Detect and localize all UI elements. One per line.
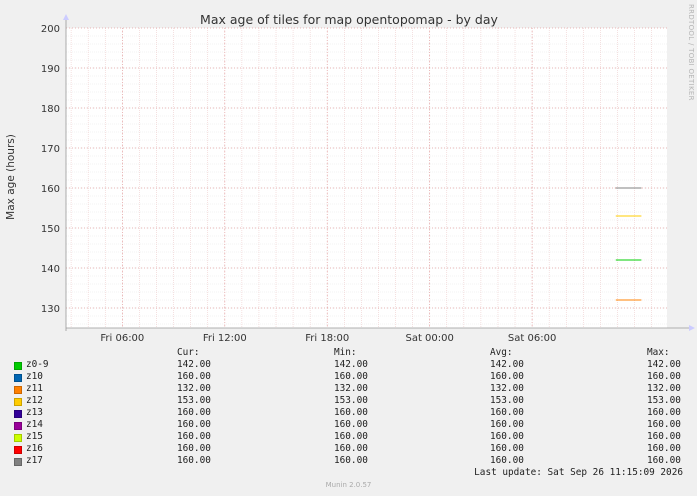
legend-swatch xyxy=(14,446,22,454)
legend-swatch xyxy=(14,362,22,370)
legend-row-z12: z12 153.00 153.00 153.00 153.00 xyxy=(0,395,697,407)
y-axis-label: Max age (hours) xyxy=(5,134,17,220)
legend-max: 160.00 xyxy=(647,407,681,418)
legend-swatch xyxy=(14,374,22,382)
legend-max: 160.00 xyxy=(647,419,681,430)
legend-min: 160.00 xyxy=(334,443,368,454)
x-axis-arrow xyxy=(689,325,695,331)
legend-avg: 132.00 xyxy=(490,383,524,394)
y-tick-label: 150 xyxy=(41,224,60,235)
rrdtool-credit: RRDTOOL / TOBI OETIKER xyxy=(687,4,695,101)
legend-row-z11: z11 132.00 132.00 132.00 132.00 xyxy=(0,383,697,395)
legend-row-z0-9: z0-9 142.00 142.00 142.00 142.00 xyxy=(0,359,697,371)
legend-avg: 160.00 xyxy=(490,407,524,418)
legend-min: 160.00 xyxy=(334,431,368,442)
legend-max: 132.00 xyxy=(647,383,681,394)
y-tick-label: 180 xyxy=(41,104,60,115)
legend-cur: 160.00 xyxy=(177,419,211,430)
legend-name: z12 xyxy=(26,395,43,406)
legend-row-z16: z16 160.00 160.00 160.00 160.00 xyxy=(0,443,697,455)
legend-min: 160.00 xyxy=(334,407,368,418)
legend-cur: 142.00 xyxy=(177,359,211,370)
legend-cur: 132.00 xyxy=(177,383,211,394)
legend-header-min: Min: xyxy=(334,347,357,358)
y-tick-label: 200 xyxy=(41,24,60,35)
legend-header: Cur: Min: Avg: Max: xyxy=(0,347,697,359)
legend-row-z13: z13 160.00 160.00 160.00 160.00 xyxy=(0,407,697,419)
chart-title: Max age of tiles for map opentopomap - b… xyxy=(200,12,498,27)
legend-max: 153.00 xyxy=(647,395,681,406)
x-tick-label: Fri 18:00 xyxy=(305,333,349,344)
last-update: Last update: Sat Sep 26 11:15:09 2026 xyxy=(474,467,683,478)
y-tick-label: 140 xyxy=(41,264,60,275)
legend-name: z17 xyxy=(26,455,43,466)
legend-header-avg: Avg: xyxy=(490,347,513,358)
legend-cur: 160.00 xyxy=(177,371,211,382)
legend-cur: 160.00 xyxy=(177,455,211,466)
legend-swatch xyxy=(14,386,22,394)
legend-max: 160.00 xyxy=(647,455,681,466)
x-tick-label: Sat 00:00 xyxy=(405,333,453,344)
legend-avg: 160.00 xyxy=(490,371,524,382)
legend-name: z16 xyxy=(26,443,43,454)
legend-name: z15 xyxy=(26,431,43,442)
legend-row-z15: z15 160.00 160.00 160.00 160.00 xyxy=(0,431,697,443)
legend-avg: 160.00 xyxy=(490,419,524,430)
legend-name: z14 xyxy=(26,419,43,430)
legend-swatch xyxy=(14,434,22,442)
legend-avg: 153.00 xyxy=(490,395,524,406)
legend-swatch xyxy=(14,398,22,406)
legend-avg: 160.00 xyxy=(490,431,524,442)
y-tick-label: 130 xyxy=(41,304,60,315)
legend-max: 160.00 xyxy=(647,443,681,454)
chart-area: Max age of tiles for map opentopomap - b… xyxy=(5,12,695,344)
legend-max: 142.00 xyxy=(647,359,681,370)
legend-cur: 160.00 xyxy=(177,443,211,454)
y-tick-label: 160 xyxy=(41,184,60,195)
y-tick-label: 170 xyxy=(41,144,60,155)
legend-min: 132.00 xyxy=(334,383,368,394)
legend-header-cur: Cur: xyxy=(177,347,200,358)
legend-min: 153.00 xyxy=(334,395,368,406)
legend-min: 160.00 xyxy=(334,371,368,382)
legend-cur: 153.00 xyxy=(177,395,211,406)
legend-name: z10 xyxy=(26,371,43,382)
legend-min: 160.00 xyxy=(334,455,368,466)
legend-cur: 160.00 xyxy=(177,431,211,442)
legend-avg: 160.00 xyxy=(490,443,524,454)
legend-avg: 142.00 xyxy=(490,359,524,370)
legend-swatch xyxy=(14,422,22,430)
y-axis-arrow xyxy=(63,14,69,20)
legend-cur: 160.00 xyxy=(177,407,211,418)
legend-swatch xyxy=(14,458,22,466)
legend-swatch xyxy=(14,410,22,418)
legend-max: 160.00 xyxy=(647,431,681,442)
legend-max: 160.00 xyxy=(647,371,681,382)
legend-min: 142.00 xyxy=(334,359,368,370)
legend-name: z13 xyxy=(26,407,43,418)
legend-row-z14: z14 160.00 160.00 160.00 160.00 xyxy=(0,419,697,431)
legend-name: z0-9 xyxy=(26,359,49,370)
legend-row-z17: z17 160.00 160.00 160.00 160.00 xyxy=(0,455,697,467)
x-tick-label: Fri 06:00 xyxy=(100,333,144,344)
legend-header-max: Max: xyxy=(647,347,670,358)
legend-min: 160.00 xyxy=(334,419,368,430)
x-tick-label: Sat 06:00 xyxy=(508,333,556,344)
y-tick-label: 190 xyxy=(41,64,60,75)
legend-avg: 160.00 xyxy=(490,455,524,466)
legend-row-z10: z10 160.00 160.00 160.00 160.00 xyxy=(0,371,697,383)
legend-name: z11 xyxy=(26,383,43,394)
plot-background xyxy=(66,28,667,328)
footer-version: Munin 2.0.57 xyxy=(325,481,372,489)
x-tick-label: Fri 12:00 xyxy=(203,333,247,344)
